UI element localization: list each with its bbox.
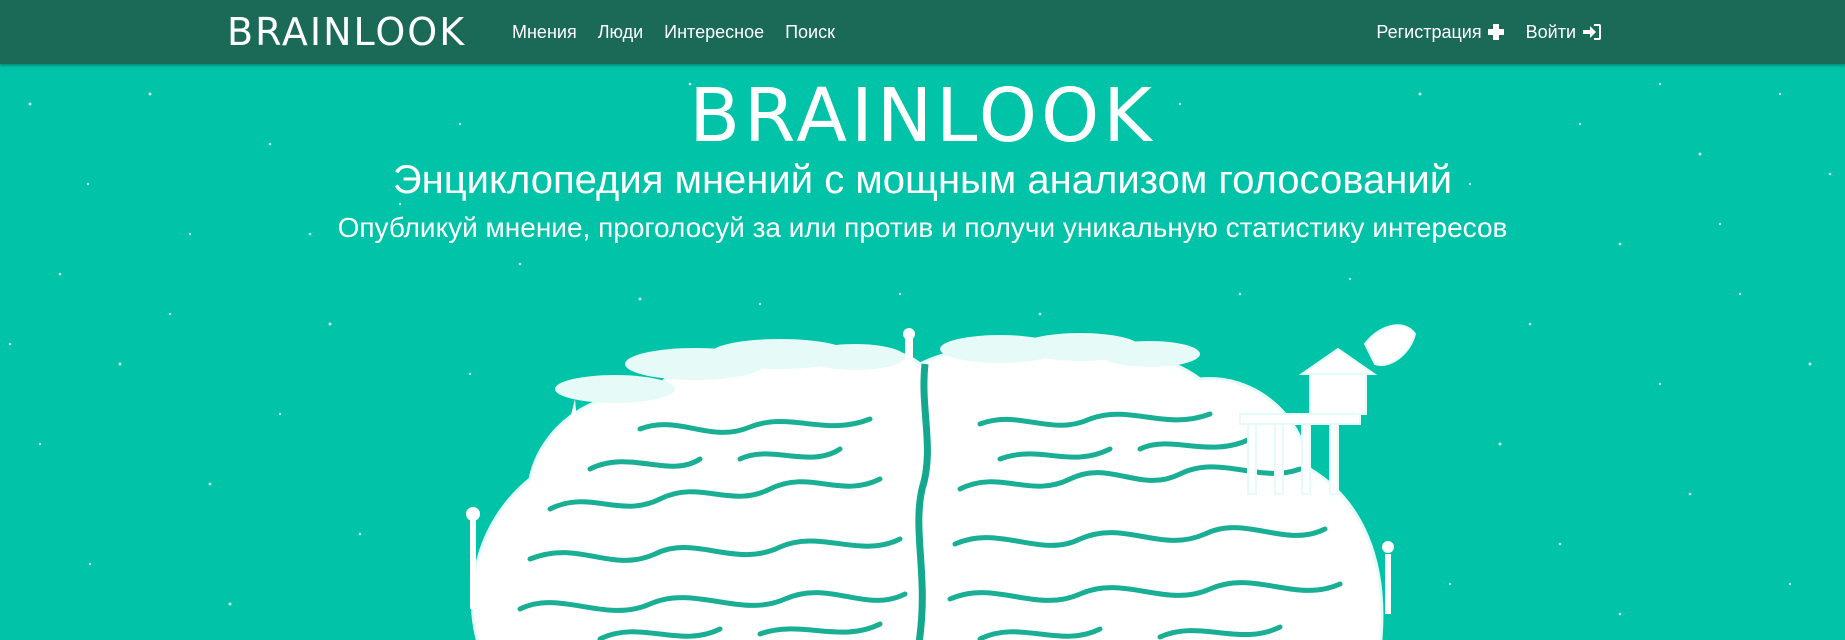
hero-subtitle: Энциклопедия мнений с мощным анализом го… [392, 158, 1453, 202]
nav-link-people[interactable]: Люди [598, 22, 643, 43]
register-link[interactable]: Регистрация [1376, 21, 1504, 43]
main-nav: Мнения Люди Интересное Поиск [512, 0, 835, 64]
brain-island-illustration [466, 324, 1417, 640]
login-link[interactable]: Войти [1526, 22, 1602, 43]
nav-link-opinions[interactable]: Мнения [512, 22, 577, 43]
brand-logo-link[interactable]: BRAINLOOK [227, 11, 466, 53]
nav-link-search[interactable]: Поиск [785, 22, 835, 43]
top-navbar: BRAINLOOK Мнения Люди Интересное Поиск Р… [0, 0, 1845, 64]
sign-in-icon [1583, 24, 1601, 40]
hero-tagline: Опубликуй мнение, проголосуй за или прот… [337, 212, 1508, 243]
hero-section: BRAINLOOK Энциклопедия мнений с мощным а… [0, 64, 1845, 640]
login-label: Войти [1525, 21, 1576, 42]
auth-nav: Регистрация Войти [1376, 0, 1602, 64]
register-label: Регистрация [1376, 21, 1482, 42]
hero-title: BRAINLOOK [689, 73, 1156, 159]
plus-icon [1487, 24, 1504, 40]
nav-link-interesting[interactable]: Интересное [664, 22, 764, 43]
